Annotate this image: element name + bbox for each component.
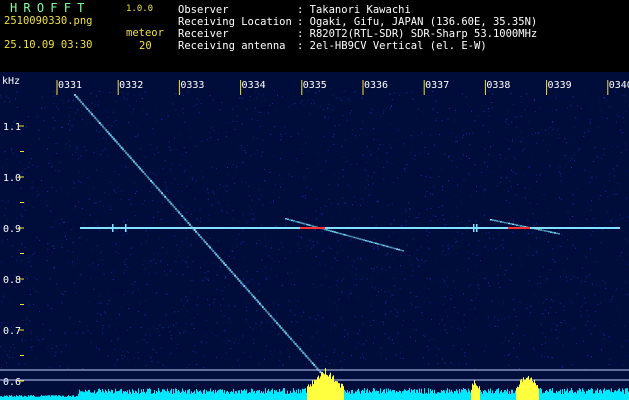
file-name: 2510090330.png [4,15,93,27]
info-key-location: Receiving Location [178,16,292,28]
header-panel: HROFFT 1.0.0 2510090330.png 25.10.09 03:… [0,0,629,72]
app-title: HROFFT [10,1,91,15]
time-tick-label: 0334 [242,80,266,91]
time-tick-label: 0335 [303,80,327,91]
frequency-tick-label: 1.1 [3,122,21,133]
info-key-antenna: Receiving antenna [178,40,286,52]
frequency-tick-label: 0.7 [3,326,21,337]
info-key-observer: Observer [178,4,229,16]
time-tick-label: 0338 [486,80,510,91]
frequency-tick-label: 1.0 [3,173,21,184]
carrier-spike [476,224,478,232]
info-key-receiver: Receiver [178,28,229,40]
frequency-tick-label: 0.9 [3,224,21,235]
app-version: 1.0.0 [126,4,154,14]
time-tick-label: 0332 [119,80,143,91]
meteor-label: meteor [126,27,164,39]
carrier-spike [125,224,127,232]
date-time: 25.10.09 03:30 [4,39,93,51]
time-tick-label: 0336 [364,80,388,91]
info-value-receiver: : R820T2(RTL-SDR) SDR-Sharp 53.1000MHz [297,28,538,40]
frequency-unit-label: kHz [2,76,20,87]
info-value-location: : Ogaki, Gifu, JAPAN (136.60E, 35.35N) [297,16,538,28]
time-tick-label: 0339 [548,80,572,91]
spectrogram-panel: kHz 0331 0332 0333 0334 0335 0336 0337 0338 0339… [0,72,629,400]
info-value-observer: : Takanori Kawachi [297,4,411,16]
carrier-spike [112,224,114,232]
time-tick-label: 0333 [180,80,204,91]
frequency-tick-label: 0.6 [3,377,21,388]
meteor-count: 20 [139,40,152,52]
time-tick-label: 0331 [58,80,82,91]
time-tick-label: 0340 [609,80,629,91]
carrier-spike [473,224,475,232]
info-value-antenna: : 2el-HB9CV Vertical (el. E-W) [297,40,487,52]
frequency-tick-label: 0.8 [3,275,21,286]
time-tick-label: 0337 [425,80,449,91]
